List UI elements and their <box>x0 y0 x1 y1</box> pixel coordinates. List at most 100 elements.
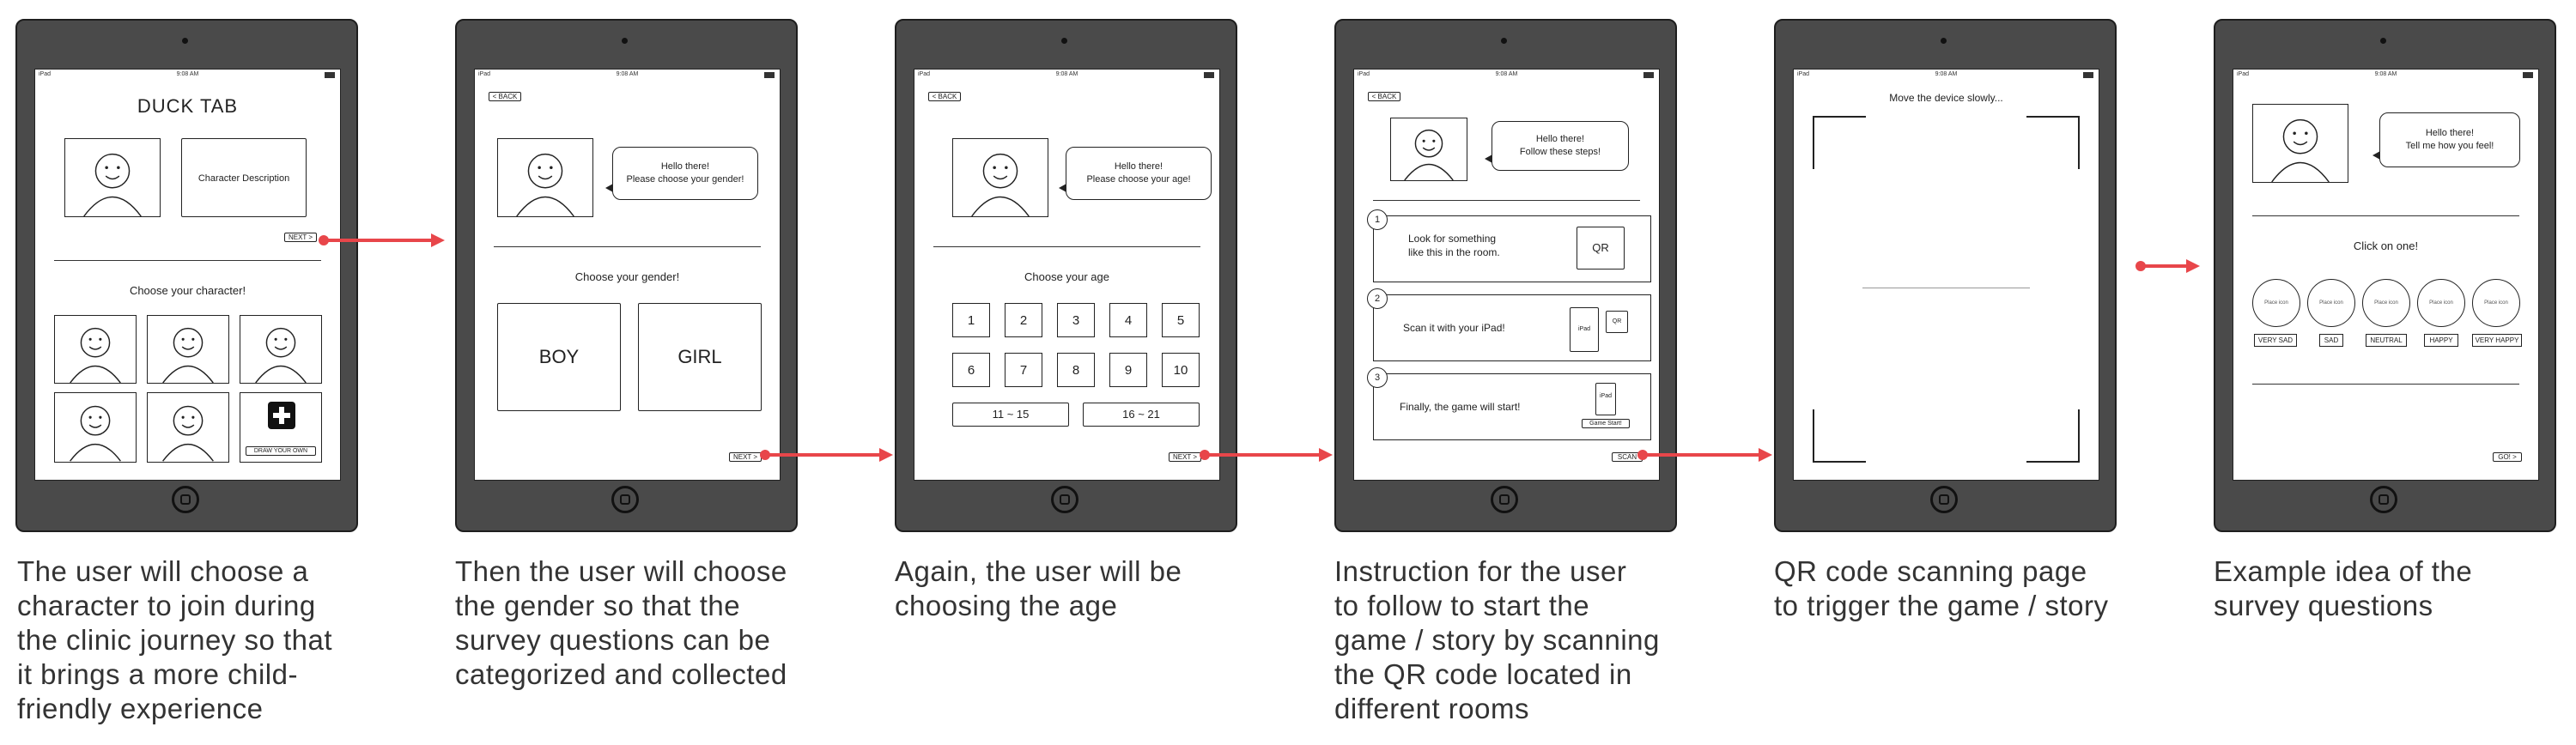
character-avatar <box>64 138 161 217</box>
clock-label: 9:08 AM <box>2374 71 2397 77</box>
back-button[interactable]: < BACK <box>1368 92 1400 101</box>
choose-gender-label: Choose your gender! <box>574 270 680 283</box>
caption-4: Instruction for the user to follow to st… <box>1334 555 1660 724</box>
screen-instructions: iPad 9:08 AM < BACK Hello there! Follow … <box>1353 69 1660 481</box>
age-option[interactable]: 2 <box>1005 303 1042 337</box>
mood-icon-placeholder[interactable]: Place icon <box>2362 279 2410 327</box>
age-option[interactable]: 6 <box>952 353 990 387</box>
tablet-body: iPad 9:08 AM < BACK Hello there! Please … <box>895 19 1237 532</box>
age-option[interactable]: 10 <box>1162 353 1200 387</box>
next-button[interactable]: NEXT > <box>284 233 317 242</box>
mood-label-happy[interactable]: HAPPY <box>2424 334 2458 347</box>
step-text: Scan it with your iPad! <box>1403 322 1505 334</box>
mood-label-neutral[interactable]: NEUTRAL <box>2366 334 2407 347</box>
mood-icon-placeholder[interactable]: Place icon <box>2417 279 2465 327</box>
mood-label-very-sad[interactable]: VERY SAD <box>2254 334 2297 347</box>
age-option[interactable]: 4 <box>1109 303 1147 337</box>
age-range-16-21[interactable]: 16 ~ 21 <box>1083 403 1200 427</box>
step-text: Finally, the game will start! <box>1400 401 1521 413</box>
camera-dot <box>622 38 628 44</box>
tablet-mockup-2: iPad 9:08 AM < BACK Hello there! Please … <box>455 19 798 532</box>
battery-icon <box>325 72 335 78</box>
step-2-card: 2 Scan it with your iPad! iPad QR <box>1367 288 1651 361</box>
speech-bubble: Hello there! Please choose your gender! <box>605 147 758 200</box>
back-button[interactable]: < BACK <box>489 92 521 101</box>
boy-button[interactable]: BOY <box>497 303 621 411</box>
ipad-icon: iPad <box>1570 307 1599 352</box>
flow-arrow <box>1637 448 1772 462</box>
mood-label-very-happy[interactable]: VERY HAPPY <box>2472 334 2522 347</box>
tablet-mockup-1: iPad 9:08 AM DUCK TAB Character Descript… <box>15 19 358 532</box>
mood-icon-placeholder[interactable]: Place icon <box>2472 279 2520 327</box>
tablet-mockup-6: iPad 9:08 AM Hello there! Tell me how yo… <box>2214 19 2556 532</box>
mood-icon-placeholder[interactable]: Place icon <box>2307 279 2355 327</box>
speech-bubble: Hello there! Follow these steps! <box>1485 121 1629 171</box>
step-3-card: 3 Finally, the game will start! iPad Gam… <box>1367 367 1651 440</box>
age-option[interactable]: 5 <box>1162 303 1200 337</box>
qr-icon: QR <box>1606 311 1628 333</box>
next-button[interactable]: NEXT > <box>729 452 762 462</box>
flow-arrow <box>760 448 893 462</box>
character-option[interactable] <box>240 315 322 384</box>
mood-icon-placeholder[interactable]: Place icon <box>2252 279 2300 327</box>
clock-label: 9:08 AM <box>1055 71 1078 77</box>
mood-label-sad[interactable]: SAD <box>2319 334 2343 347</box>
scan-instruction: Move the device slowly... <box>1889 92 2003 104</box>
age-option[interactable]: 1 <box>952 303 990 337</box>
character-option[interactable] <box>54 315 137 384</box>
tablet-body: iPad 9:08 AM DUCK TAB Character Descript… <box>15 19 358 532</box>
choose-character-label: Choose your character! <box>129 284 246 297</box>
camera-dot <box>1941 38 1947 44</box>
click-one-label: Click on one! <box>2353 239 2419 252</box>
home-button <box>2370 486 2397 513</box>
caption-3: Again, the user will be choosing the age <box>895 555 1182 621</box>
character-option[interactable] <box>147 392 229 463</box>
home-button <box>1051 486 1078 513</box>
character-option[interactable] <box>147 315 229 384</box>
screen-character: iPad 9:08 AM DUCK TAB Character Descript… <box>34 69 341 481</box>
age-option[interactable]: 7 <box>1005 353 1042 387</box>
divider <box>2252 215 2519 216</box>
flow-arrow <box>319 233 445 247</box>
camera-dot <box>1501 38 1507 44</box>
status-bar: iPad 9:08 AM <box>35 70 340 80</box>
character-avatar <box>952 138 1048 217</box>
status-bar: iPad 9:08 AM <box>1794 70 2099 80</box>
step-1-card: 1 Look for something like this in the ro… <box>1367 209 1651 282</box>
camera-dot <box>2380 38 2386 44</box>
screen-gender: iPad 9:08 AM < BACK Hello there! Please … <box>474 69 781 481</box>
screen-survey: iPad 9:08 AM Hello there! Tell me how yo… <box>2233 69 2539 481</box>
draw-your-own-tile[interactable]: DRAW YOUR OWN <box>240 392 322 463</box>
go-button[interactable]: GO! > <box>2493 452 2522 462</box>
age-option[interactable]: 9 <box>1109 353 1147 387</box>
character-option[interactable] <box>54 392 137 463</box>
draw-your-own-button[interactable]: DRAW YOUR OWN <box>246 446 316 456</box>
speech-bubble: Hello there! Tell me how you feel! <box>2372 112 2520 167</box>
age-option[interactable]: 3 <box>1057 303 1095 337</box>
status-bar: iPad 9:08 AM <box>1354 70 1659 80</box>
clock-label: 9:08 AM <box>176 71 199 77</box>
girl-button[interactable]: GIRL <box>638 303 762 411</box>
camera-dot <box>1061 38 1067 44</box>
caption-1: The user will choose a character to join… <box>17 555 333 724</box>
battery-icon <box>2523 72 2533 78</box>
back-button[interactable]: < BACK <box>928 92 961 101</box>
status-bar: iPad 9:08 AM <box>475 70 780 80</box>
age-option[interactable]: 8 <box>1057 353 1095 387</box>
character-avatar <box>497 138 593 217</box>
game-start-button: Game Start! <box>1582 419 1630 428</box>
battery-icon <box>764 72 775 78</box>
clock-label: 9:08 AM <box>616 71 639 77</box>
scan-frame-corner <box>1813 116 1866 169</box>
tablet-body: iPad 9:08 AM < BACK Hello there! Follow … <box>1334 19 1677 532</box>
flow-arrow <box>1200 448 1333 462</box>
divider <box>1373 200 1640 201</box>
battery-icon <box>1204 72 1214 78</box>
divider <box>494 246 761 247</box>
ipad-icon: iPad <box>1595 383 1616 415</box>
next-button[interactable]: NEXT > <box>1169 452 1201 462</box>
tablet-mockup-3: iPad 9:08 AM < BACK Hello there! Please … <box>895 19 1237 532</box>
age-range-11-15[interactable]: 11 ~ 15 <box>952 403 1069 427</box>
app-title: DUCK TAB <box>137 95 239 117</box>
qr-icon: QR <box>1577 227 1625 270</box>
